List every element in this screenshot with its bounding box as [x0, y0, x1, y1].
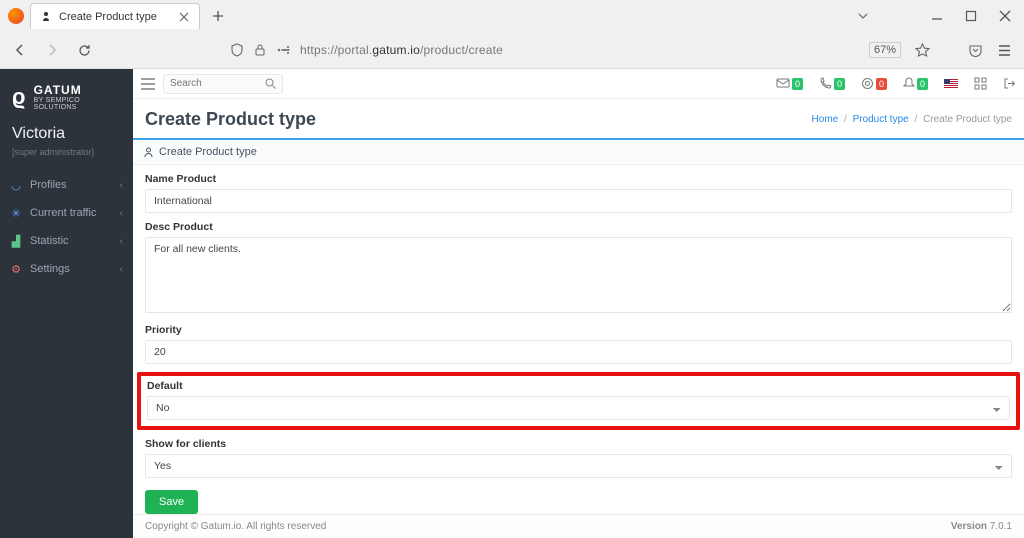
firefox-icon [8, 8, 24, 24]
chevron-left-icon: ‹ [120, 208, 123, 219]
show-select[interactable]: Yes [145, 454, 1012, 478]
default-label: Default [147, 380, 1010, 392]
browser-chrome: Create Product type [0, 0, 1024, 69]
breadcrumb-parent[interactable]: Product type [853, 114, 909, 125]
url-bar-right: 67% [869, 42, 1012, 58]
url-bar: https://portal.gatum.io/product/create 6… [0, 32, 1024, 68]
close-window-button[interactable] [998, 9, 1012, 23]
sidebar-item-label: Current traffic [30, 207, 112, 219]
sidebar-item-statistic[interactable]: ▟ Statistic ‹ [0, 227, 133, 255]
url-text: https://portal.gatum.io/product/create [300, 43, 503, 57]
field-priority: Priority [145, 324, 1012, 364]
logo-icon: ϱ [12, 87, 26, 107]
card-header: Create Product type [133, 140, 1024, 165]
back-button[interactable] [8, 38, 32, 62]
sidebar-item-traffic[interactable]: ✳ Current traffic ‹ [0, 199, 133, 227]
settings-icon: ⚙ [10, 263, 22, 275]
notif-calls[interactable]: 0 [819, 77, 845, 90]
permissions-icon [276, 44, 292, 56]
app: ϱ GATUM BY SEMPICO SOLUTIONS Victoria [s… [0, 69, 1024, 538]
topbar-right: 0 0 0 0 [776, 77, 1016, 90]
close-icon[interactable] [177, 10, 191, 24]
minimize-button[interactable] [930, 9, 944, 23]
notif-messages[interactable]: 0 [776, 78, 803, 90]
desc-label: Desc Product [145, 221, 1012, 233]
tab-title: Create Product type [59, 11, 171, 23]
field-desc: Desc Product For all new clients. [145, 221, 1012, 316]
copyright: Copyright © Gatum.io. All rights reserve… [145, 521, 326, 532]
chevron-left-icon: ‹ [120, 180, 123, 191]
forward-button[interactable] [40, 38, 64, 62]
traffic-icon: ✳ [10, 207, 22, 219]
maximize-button[interactable] [964, 9, 978, 23]
notif-bell[interactable]: 0 [903, 77, 928, 90]
browser-tab[interactable]: Create Product type [30, 3, 200, 29]
sidebar-item-settings[interactable]: ⚙ Settings ‹ [0, 255, 133, 283]
star-icon[interactable] [915, 43, 930, 58]
zoom-indicator[interactable]: 67% [869, 42, 901, 58]
profiles-icon: ◡ [10, 179, 22, 191]
brand-sub: BY SEMPICO SOLUTIONS [34, 97, 121, 111]
flag-icon[interactable] [944, 79, 958, 89]
breadcrumb-home[interactable]: Home [812, 114, 839, 125]
sidebar-item-label: Settings [30, 263, 112, 275]
chevron-left-icon: ‹ [120, 236, 123, 247]
field-name: Name Product [145, 173, 1012, 213]
new-tab-button[interactable] [206, 4, 230, 28]
footer: Copyright © Gatum.io. All rights reserve… [133, 514, 1024, 538]
field-default: Default No [137, 372, 1020, 430]
save-button[interactable]: Save [145, 490, 198, 514]
page-header: Create Product type Home / Product type … [133, 99, 1024, 140]
card-icon [143, 147, 154, 158]
window-controls [856, 9, 1024, 23]
priority-label: Priority [145, 324, 1012, 336]
sidebar-item-label: Statistic [30, 235, 112, 247]
tab-bar: Create Product type [0, 0, 1024, 32]
sidebar: ϱ GATUM BY SEMPICO SOLUTIONS Victoria [s… [0, 69, 133, 538]
menu-toggle-icon[interactable] [141, 78, 155, 90]
reload-button[interactable] [72, 38, 96, 62]
shield-icon [230, 43, 244, 57]
menu-icon[interactable] [997, 43, 1012, 58]
url-security-icons [230, 43, 292, 57]
favicon-icon [39, 10, 53, 24]
search-box[interactable] [163, 74, 283, 94]
logo: ϱ GATUM BY SEMPICO SOLUTIONS [0, 69, 133, 119]
breadcrumb: Home / Product type / Create Product typ… [812, 114, 1012, 125]
main: 0 0 0 0 [133, 69, 1024, 538]
search-icon[interactable] [265, 78, 276, 89]
sidebar-item-label: Profiles [30, 179, 112, 191]
pocket-icon[interactable] [968, 43, 983, 58]
brand-name: GATUM [34, 83, 121, 97]
notif-support[interactable]: 0 [861, 77, 887, 90]
user-role: [super administrator] [0, 147, 133, 171]
grid-icon[interactable] [974, 77, 987, 90]
name-label: Name Product [145, 173, 1012, 185]
chevron-left-icon: ‹ [120, 264, 123, 275]
sidebar-item-profiles[interactable]: ◡ Profiles ‹ [0, 171, 133, 199]
user-name: Victoria [0, 119, 133, 147]
statistic-icon: ▟ [10, 235, 22, 247]
address-bar[interactable]: https://portal.gatum.io/product/create [104, 43, 861, 57]
logout-icon[interactable] [1003, 77, 1016, 90]
default-select[interactable]: No [147, 396, 1010, 420]
breadcrumb-current: Create Product type [923, 114, 1012, 125]
lock-icon [254, 43, 266, 57]
page-title: Create Product type [145, 109, 316, 130]
name-input[interactable] [145, 189, 1012, 213]
show-label: Show for clients [145, 438, 1012, 450]
tabs-dropdown-icon[interactable] [856, 9, 870, 23]
card-title: Create Product type [159, 146, 257, 158]
search-input[interactable] [170, 78, 261, 89]
topbar: 0 0 0 0 [133, 69, 1024, 99]
version: Version 7.0.1 [951, 521, 1012, 532]
form-content: Name Product Desc Product For all new cl… [133, 165, 1024, 514]
field-show-clients: Show for clients Yes [145, 438, 1012, 478]
desc-input[interactable]: For all new clients. [145, 237, 1012, 313]
priority-input[interactable] [145, 340, 1012, 364]
